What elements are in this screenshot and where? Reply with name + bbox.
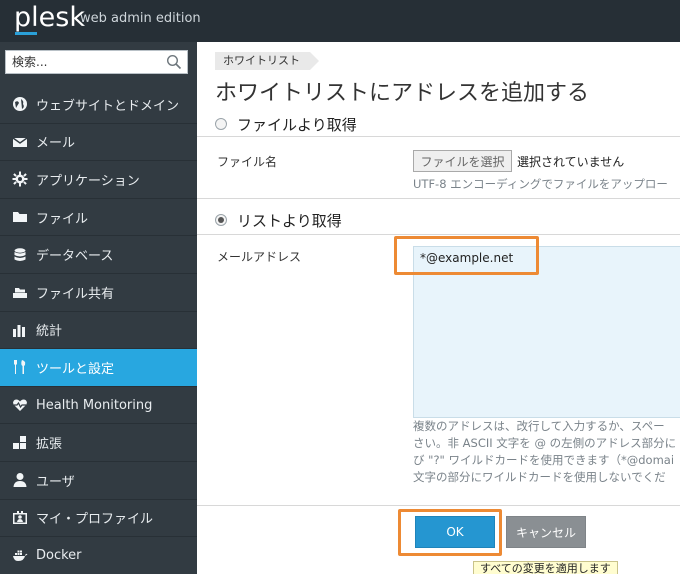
heart-pulse-icon [12, 397, 28, 413]
sidebar-item-my-profile[interactable]: マイ・プロファイル [0, 500, 197, 538]
page-title: ホワイトリストにアドレスを追加する [215, 81, 590, 106]
sidebar-item-label: ツールと設定 [36, 361, 115, 377]
from-file-radio[interactable] [215, 118, 227, 130]
sidebar-item-users[interactable]: ユーザ [0, 462, 197, 500]
sidebar-item-mail[interactable]: メール [0, 124, 197, 162]
sidebar-item-extensions[interactable]: 拡張 [0, 424, 197, 462]
search-box [5, 50, 188, 74]
description-line: 複数のアドレスは、改行して入力するか、スペー [413, 419, 665, 433]
cancel-button[interactable]: キャンセル [506, 516, 586, 548]
sidebar: ウェブサイトとドメイン メール アプリケーション ファイル データベース [0, 42, 197, 574]
description-line: さい。非 ASCII 文字を @ の左側のアドレス部分に [413, 436, 677, 450]
sidebar-item-label: ファイル共有 [36, 286, 115, 302]
sidebar-item-label: Health Monitoring [36, 397, 153, 413]
bar-chart-icon [12, 322, 28, 338]
gear-icon [12, 171, 28, 187]
sidebar-item-label: マイ・プロファイル [36, 512, 154, 528]
logo-underline [15, 32, 37, 35]
main-content: ホワイトリスト ホワイトリストにアドレスを追加する ファイルより取得 ファイル名… [197, 42, 680, 574]
sidebar-item-label: ユーザ [36, 474, 75, 490]
user-icon [12, 472, 28, 488]
search-input[interactable] [6, 51, 156, 73]
top-bar: plesk web admin edition [0, 0, 680, 42]
annotation-highlight-email [394, 236, 539, 275]
divider [197, 198, 680, 199]
sidebar-item-health-monitoring[interactable]: Health Monitoring [0, 387, 197, 425]
sidebar-item-label: データベース [36, 249, 114, 265]
sidebar-item-websites-domains[interactable]: ウェブサイトとドメイン [0, 86, 197, 124]
sidebar-item-label: 拡張 [36, 437, 63, 453]
from-list-radio[interactable] [215, 214, 227, 226]
divider [197, 234, 680, 235]
choose-file-button[interactable]: ファイルを選択 [413, 150, 512, 172]
sidebar-item-label: ウェブサイトとドメイン [36, 98, 180, 114]
globe-icon [12, 96, 28, 112]
sidebar-item-file-sharing[interactable]: ファイル共有 [0, 274, 197, 312]
folder-icon [12, 209, 28, 225]
sidebar-item-docker[interactable]: Docker [0, 537, 197, 574]
extensions-icon [12, 435, 28, 451]
envelope-icon [12, 134, 28, 150]
docker-icon [12, 547, 28, 563]
file-share-icon [12, 284, 28, 300]
tools-icon [12, 359, 28, 375]
email-address-description: 複数のアドレスは、改行して入力するか、スペー さい。非 ASCII 文字を @ … [413, 418, 680, 486]
database-icon [12, 247, 28, 263]
sidebar-item-label: Docker [36, 547, 82, 563]
divider [197, 136, 680, 137]
sidebar-item-label: アプリケーション [36, 173, 140, 189]
file-encoding-hint: UTF-8 エンコーディングでファイルをアップロー [413, 177, 668, 191]
from-file-label: ファイルより取得 [237, 115, 357, 134]
profile-card-icon [12, 510, 28, 526]
from-list-option[interactable]: リストより取得 [215, 209, 342, 231]
file-status: 選択されていません [517, 155, 625, 169]
sidebar-item-databases[interactable]: データベース [0, 236, 197, 274]
from-list-label: リストより取得 [237, 211, 342, 230]
sidebar-item-applications[interactable]: アプリケーション [0, 161, 197, 199]
sidebar-item-label: ファイル [36, 211, 89, 227]
breadcrumb[interactable]: ホワイトリスト [215, 52, 319, 70]
annotation-highlight-ok [398, 509, 502, 556]
sidebar-item-files[interactable]: ファイル [0, 199, 197, 237]
search-icon[interactable] [166, 54, 182, 70]
sidebar-item-label: メール [36, 136, 76, 152]
email-address-label: メールアドレス [217, 250, 302, 264]
sidebar-nav: ウェブサイトとドメイン メール アプリケーション ファイル データベース ファイ… [0, 86, 197, 574]
sidebar-item-tools-settings[interactable]: ツールと設定 [0, 349, 197, 387]
divider [197, 505, 680, 506]
description-line: 文字の部分にワイルドカードを使用しないでくだ [413, 470, 666, 484]
sidebar-item-label: 統計 [36, 324, 63, 340]
plesk-logo[interactable]: plesk [14, 2, 85, 33]
description-line: び "?" ワイルドカードを使用できます（*@domai [413, 453, 675, 467]
edition-label: web admin edition [80, 11, 201, 26]
sidebar-item-statistics[interactable]: 統計 [0, 312, 197, 350]
ok-tooltip: すべての変更を適用します [473, 561, 618, 574]
file-name-label: ファイル名 [217, 155, 278, 169]
from-file-option[interactable]: ファイルより取得 [215, 113, 357, 135]
